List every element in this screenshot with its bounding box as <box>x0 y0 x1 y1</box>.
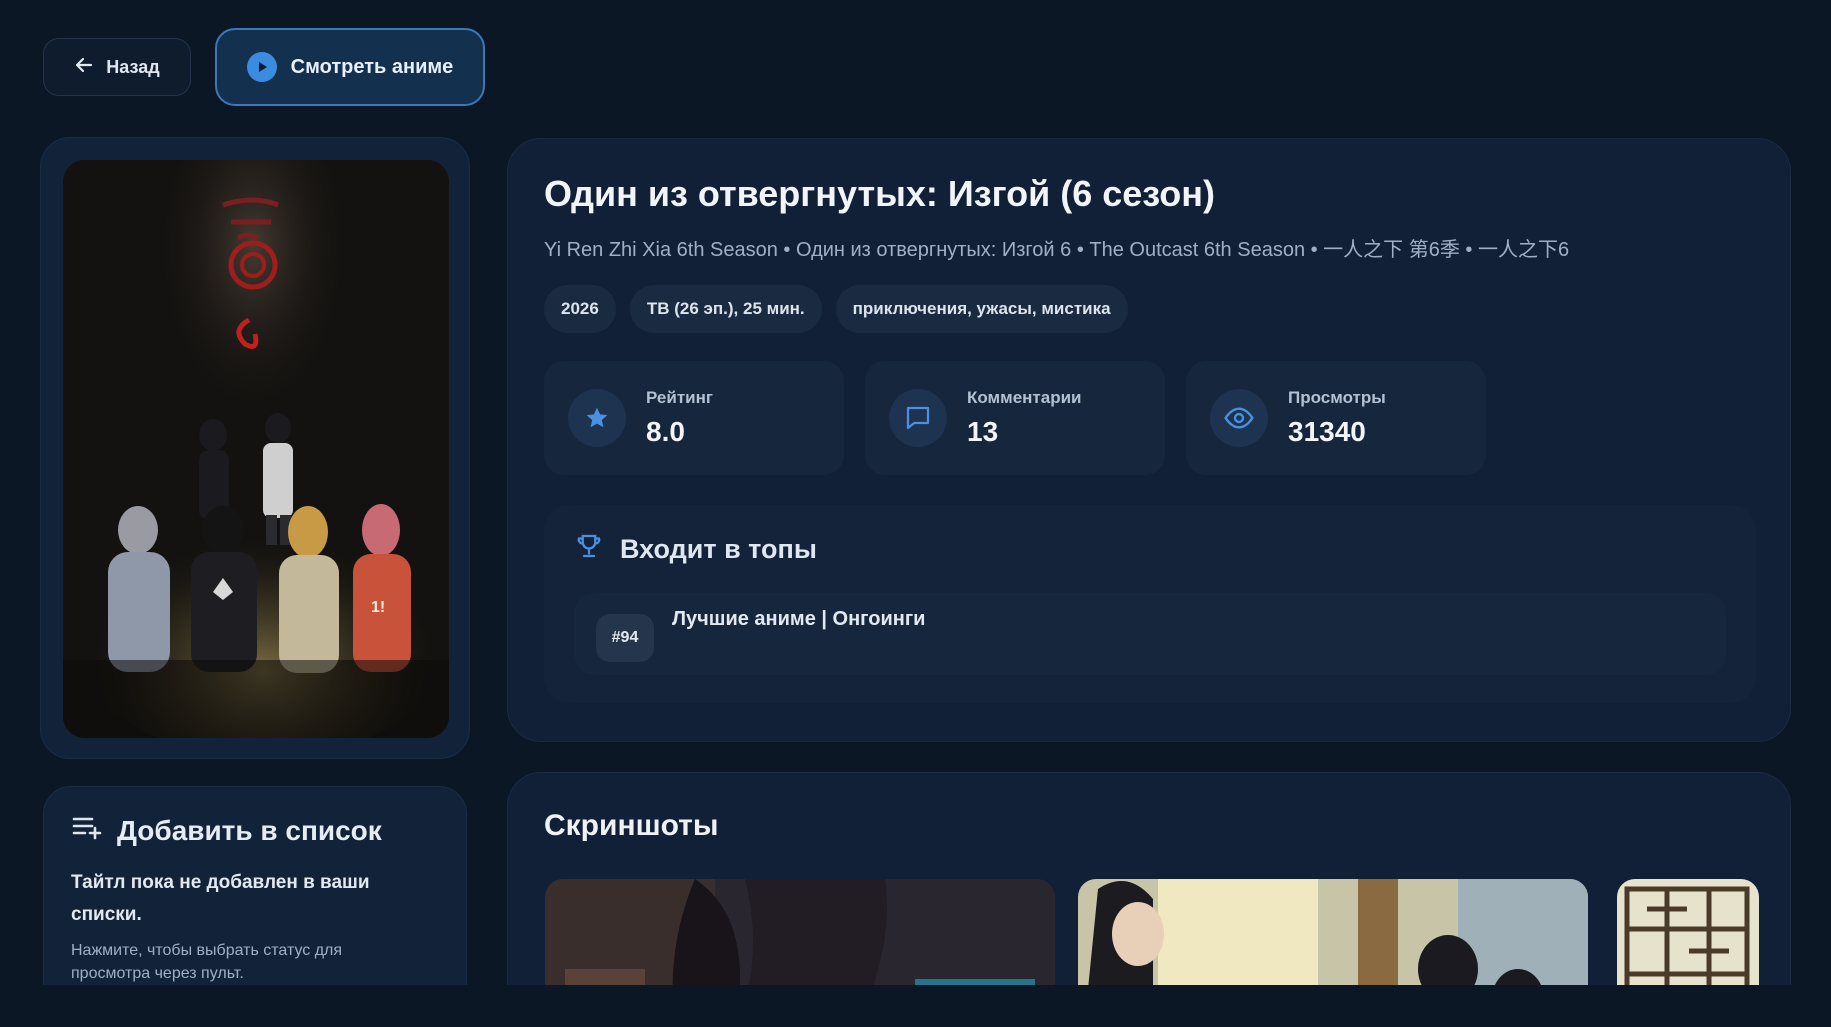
tops-heading: Входит в топы <box>620 534 817 564</box>
play-icon <box>246 52 277 82</box>
anime-poster: 1! <box>63 160 449 738</box>
views-stat: Просмотры 31340 <box>1186 361 1486 475</box>
alt-titles: Yi Ren Zhi Xia 6th Season • Один из отве… <box>544 239 1570 261</box>
watch-anime-button[interactable]: Смотреть аниме <box>215 28 485 106</box>
rating-stat: Рейтинг 8.0 <box>544 361 844 475</box>
bottom-edge <box>0 985 1831 1027</box>
rating-value: 8.0 <box>646 416 685 447</box>
add-to-list-heading: Добавить в список <box>117 814 382 846</box>
views-label: Просмотры <box>1288 388 1386 407</box>
stats-row: Рейтинг 8.0 Комментарии 13 Просмотры 313… <box>544 361 1486 475</box>
screenshots-heading: Скриншоты <box>544 809 719 842</box>
comments-stat[interactable]: Комментарии 13 <box>865 361 1165 475</box>
genres-chip: приключения, ужасы, мистика <box>835 285 1128 333</box>
add-to-list-heading-row: Добавить в список <box>71 813 382 848</box>
tops-item-label: Лучшие аниме | Онгоинги <box>672 608 926 630</box>
comments-value: 13 <box>967 416 999 447</box>
list-hint-text: Нажмите, чтобы выбрать статус для просмо… <box>71 942 343 982</box>
list-status-text: Тайтл пока не добавлен в ваши списки. <box>71 872 370 925</box>
back-button[interactable]: Назад <box>43 38 191 96</box>
poster-card: 1! <box>40 137 470 759</box>
comment-icon <box>889 389 947 447</box>
rating-label: Рейтинг <box>646 388 713 407</box>
tops-section: Входит в топы #94 Лучшие аниме | Онгоинг… <box>544 505 1756 703</box>
back-label: Назад <box>106 56 160 77</box>
anime-info-card: Один из отвергнутых: Изгой (6 сезон) Yi … <box>507 138 1791 742</box>
format-chip: ТВ (26 эп.), 25 мин. <box>629 285 822 333</box>
star-icon <box>568 389 626 447</box>
views-value: 31340 <box>1288 416 1366 447</box>
comments-label: Комментарии <box>967 388 1082 407</box>
watch-label: Смотреть аниме <box>290 55 454 78</box>
year-chip: 2026 <box>544 285 616 333</box>
trophy-icon <box>574 531 604 568</box>
tops-heading-row: Входит в топы <box>574 531 817 568</box>
playlist-add-icon <box>71 813 103 848</box>
eye-icon <box>1210 389 1268 447</box>
arrow-left-icon <box>74 55 94 80</box>
rank-badge: #94 <box>596 614 654 662</box>
anime-title: Один из отвергнутых: Изгой (6 сезон) <box>544 173 1216 214</box>
top-actions: Назад Смотреть аниме <box>43 28 485 106</box>
tops-list-item[interactable]: #94 Лучшие аниме | Онгоинги <box>574 593 1726 675</box>
meta-chips: 2026 ТВ (26 эп.), 25 мин. приключения, у… <box>544 285 1128 333</box>
svg-text:1!: 1! <box>371 599 385 616</box>
